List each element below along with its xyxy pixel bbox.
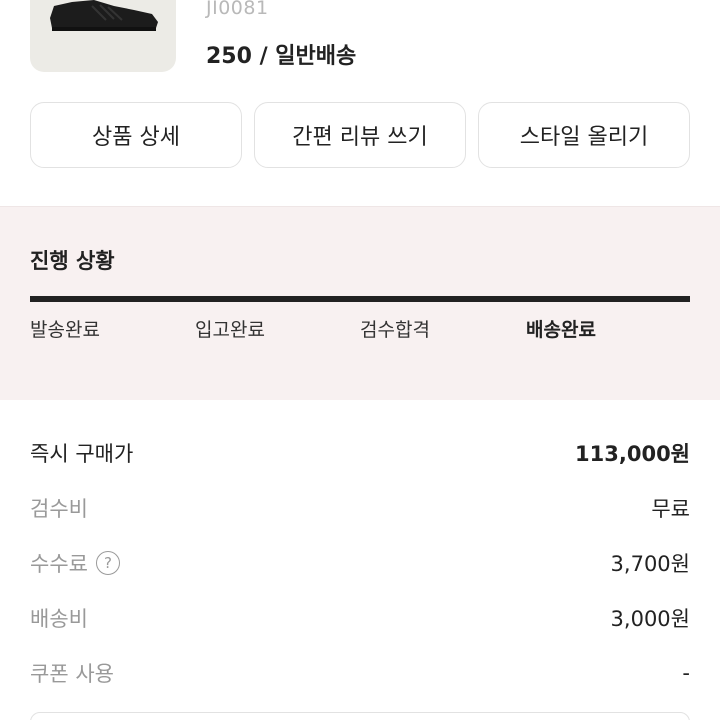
progress-title: 진행 상황 — [30, 249, 115, 273]
product-summary: JI0081 250 / 일반배송 — [0, 0, 720, 95]
fee-label-text: 수수료 — [30, 552, 88, 576]
fee-row-coupon: 쿠폰 사용 - — [30, 656, 690, 690]
product-code: JI0081 — [206, 0, 269, 19]
fee-label: 쿠폰 사용 — [30, 662, 114, 686]
fee-value: 3,700원 — [610, 552, 690, 576]
fee-value: 113,000원 — [575, 442, 690, 466]
step-inspected: 검수합격 — [360, 319, 430, 341]
sneaker-icon — [50, 0, 158, 31]
fee-value: - — [682, 661, 690, 685]
step-received: 입고완료 — [195, 319, 265, 341]
next-section-edge — [30, 712, 690, 720]
product-option: 250 / 일반배송 — [206, 44, 357, 69]
step-delivered: 배송완료 — [526, 319, 596, 341]
fee-label: 즉시 구매가 — [30, 442, 134, 466]
help-icon[interactable]: ? — [95, 551, 120, 575]
fee-label: 배송비 — [30, 607, 88, 631]
post-style-button[interactable]: 스타일 올리기 — [478, 102, 690, 168]
step-shipped: 발송완료 — [30, 319, 100, 341]
progress-bar-fill — [30, 296, 690, 302]
fee-value: 무료 — [651, 497, 690, 521]
progress-section: 진행 상황 발송완료 입고완료 검수합격 배송완료 — [0, 206, 720, 400]
quick-review-button[interactable]: 간편 리뷰 쓰기 — [254, 102, 466, 168]
fee-row-inspection: 검수비 무료 — [30, 491, 690, 525]
fee-label-with-help: 수수료 ? — [30, 548, 120, 578]
fee-value: 3,000원 — [610, 607, 690, 631]
fee-row-price: 즉시 구매가 113,000원 — [30, 436, 690, 470]
fee-row-commission: 수수료 ? 3,700원 — [30, 546, 690, 580]
product-detail-button[interactable]: 상품 상세 — [30, 102, 242, 168]
progress-steps: 발송완료 입고완료 검수합격 배송완료 — [30, 315, 690, 345]
fee-breakdown: 즉시 구매가 113,000원 검수비 무료 수수료 ? 3,700원 배송비 … — [0, 400, 720, 720]
progress-bar — [30, 296, 690, 302]
action-buttons: 상품 상세 간편 리뷰 쓰기 스타일 올리기 — [30, 102, 690, 168]
fee-label: 검수비 — [30, 497, 88, 521]
fee-row-shipping: 배송비 3,000원 — [30, 601, 690, 635]
product-thumbnail[interactable] — [30, 0, 176, 72]
